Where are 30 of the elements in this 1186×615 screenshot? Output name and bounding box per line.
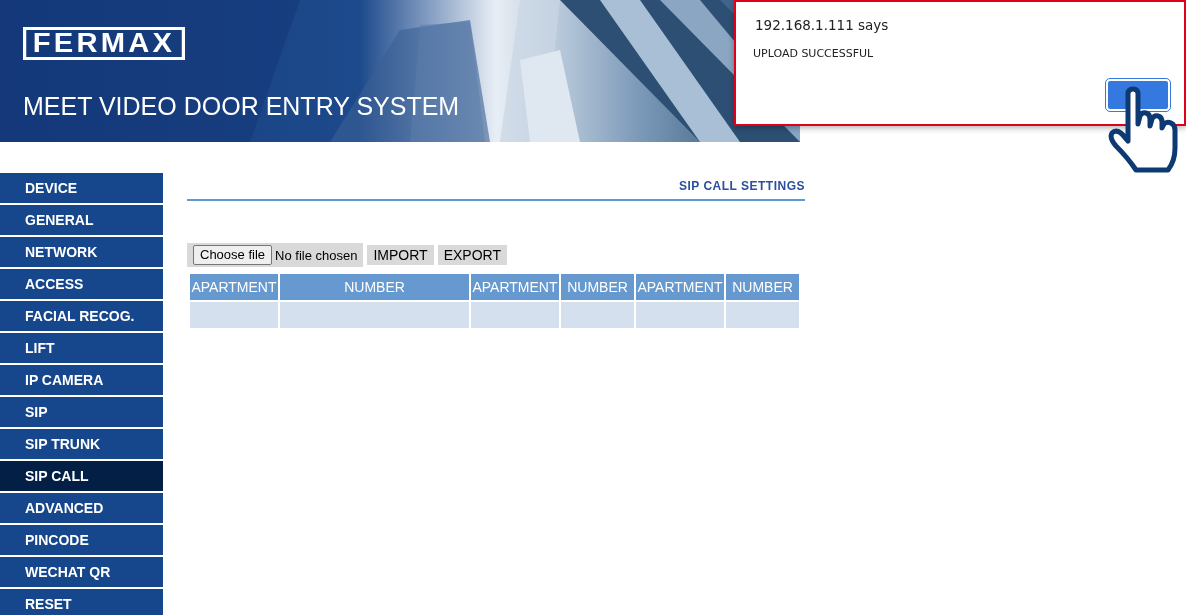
action-button[interactable]: IMPORT	[367, 245, 434, 265]
sidebar-item[interactable]: IP CAMERA	[0, 365, 163, 395]
column-header: APARTMENT	[636, 274, 724, 300]
sidebar-item[interactable]: LIFT	[0, 333, 163, 363]
sidebar-item[interactable]: WECHAT QR	[0, 557, 163, 587]
sidebar-item[interactable]: PINCODE	[0, 525, 163, 555]
column-header: NUMBER	[561, 274, 634, 300]
column-header: NUMBER	[726, 274, 799, 300]
sidebar-item[interactable]: SIP TRUNK	[0, 429, 163, 459]
sidebar-item[interactable]: ACCESS	[0, 269, 163, 299]
sidebar-item[interactable]: ADVANCED	[0, 493, 163, 523]
file-picker[interactable]: Choose file No file chosen	[187, 243, 364, 267]
dialog-origin: 192.168.1.111 says	[755, 17, 889, 33]
sidebar-item[interactable]: NETWORK	[0, 237, 163, 267]
column-header: NUMBER	[280, 274, 469, 300]
sidebar-item[interactable]: RESET	[0, 589, 163, 615]
file-status: No file chosen	[275, 247, 358, 263]
sidebar-item[interactable]: SIP	[0, 397, 163, 427]
sidebar-item[interactable]: DEVICE	[0, 173, 163, 203]
action-button[interactable]: EXPORT	[437, 245, 507, 265]
column-header: APARTMENT	[471, 274, 559, 300]
logo: FERMAX	[23, 27, 185, 60]
sidebar-item[interactable]: GENERAL	[0, 205, 163, 235]
banner-title: MEET VIDEO DOOR ENTRY SYSTEM	[23, 92, 460, 121]
section-title: SIP CALL SETTINGS	[678, 179, 805, 193]
column-header: APARTMENT	[190, 274, 278, 300]
sidebar-item[interactable]: SIP CALL	[0, 461, 163, 491]
choose-file-button[interactable]: Choose file	[193, 245, 273, 265]
sidebar-item[interactable]: FACIAL RECOG.	[0, 301, 163, 331]
dialog-message: UPLOAD SUCCESSFUL	[753, 47, 874, 60]
